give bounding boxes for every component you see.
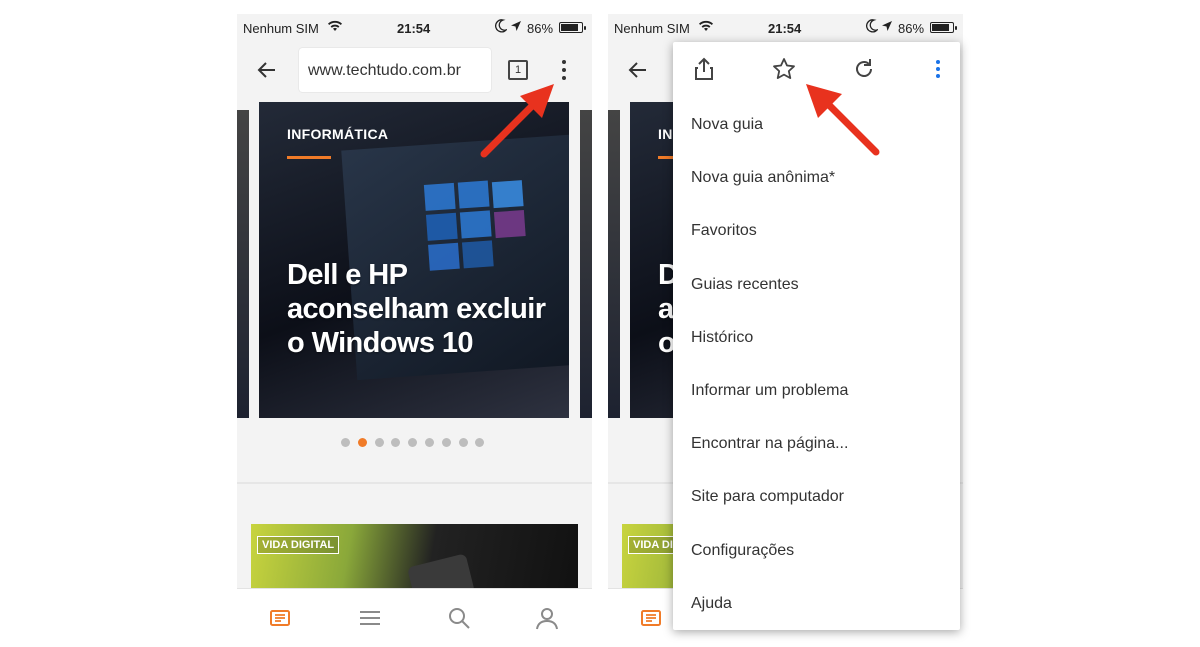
moon-icon bbox=[866, 19, 880, 36]
pager-dot[interactable] bbox=[458, 438, 468, 447]
battery-percent: 86% bbox=[527, 21, 554, 36]
menu-item[interactable]: Site para computador bbox=[673, 470, 960, 523]
carousel-prev-card-peek[interactable] bbox=[237, 110, 249, 418]
menu-item[interactable]: Favoritos bbox=[673, 204, 960, 257]
more-vertical-icon[interactable] bbox=[925, 56, 951, 82]
wifi-icon bbox=[698, 19, 714, 36]
second-news-card[interactable]: VIDA DIGITAL bbox=[251, 524, 578, 594]
news-icon[interactable] bbox=[267, 605, 293, 631]
pager-dot[interactable] bbox=[441, 438, 451, 447]
pager-dot[interactable] bbox=[357, 438, 367, 447]
hero-headline[interactable]: Dell e HP aconselham excluir o Windows 1… bbox=[287, 258, 557, 360]
reload-icon[interactable] bbox=[851, 56, 877, 82]
location-icon bbox=[881, 20, 893, 35]
menu-item[interactable]: Histórico bbox=[673, 311, 960, 364]
back-button[interactable] bbox=[253, 56, 281, 84]
battery-percent: 86% bbox=[898, 21, 925, 36]
back-button[interactable] bbox=[624, 56, 652, 84]
carrier-label: Nenhum SIM bbox=[243, 21, 319, 36]
pager-dot[interactable] bbox=[341, 438, 350, 447]
wifi-icon bbox=[327, 19, 343, 36]
tab-switcher-button[interactable]: 1 bbox=[508, 60, 528, 80]
url-field[interactable]: www.techtudo.com.br bbox=[299, 48, 491, 92]
menu-item[interactable]: Configurações bbox=[673, 524, 960, 577]
clock: 21:54 bbox=[397, 21, 431, 36]
back-arrow-icon bbox=[257, 62, 275, 78]
menu-icon[interactable] bbox=[357, 605, 383, 631]
hero-category-label: INFORMÁTICA bbox=[287, 126, 389, 142]
moon-icon bbox=[495, 19, 509, 36]
pager-dot[interactable] bbox=[425, 438, 434, 447]
star-icon[interactable] bbox=[771, 56, 797, 82]
news-icon[interactable] bbox=[638, 605, 664, 631]
annotation-arrow-right bbox=[806, 84, 880, 156]
status-bar: Nenhum SIM 21:54 86% bbox=[237, 14, 592, 42]
pager-dot[interactable] bbox=[408, 438, 418, 447]
menu-item[interactable]: Ajuda bbox=[673, 577, 960, 630]
menu-item[interactable]: Encontrar na página... bbox=[673, 417, 960, 470]
page-content: INFORMÁTICA Dell e HP aconselham excluir… bbox=[237, 98, 592, 594]
menu-item[interactable]: Informar um problema bbox=[673, 364, 960, 417]
more-options-button[interactable] bbox=[553, 56, 575, 84]
share-icon[interactable] bbox=[691, 56, 717, 82]
bottom-navigation bbox=[237, 588, 592, 647]
hero-category-underline bbox=[287, 156, 331, 159]
battery-fill bbox=[932, 24, 950, 31]
clock: 21:54 bbox=[768, 21, 802, 36]
search-icon[interactable] bbox=[446, 605, 472, 631]
menu-item[interactable]: Guias recentes bbox=[673, 258, 960, 311]
second-card-category: VIDA DIGITAL bbox=[257, 536, 340, 554]
battery-icon bbox=[930, 22, 957, 33]
pager-dot[interactable] bbox=[391, 438, 401, 447]
back-arrow-icon bbox=[628, 62, 646, 78]
section-divider bbox=[237, 482, 592, 484]
carrier-label: Nenhum SIM bbox=[614, 21, 690, 36]
pager-dot[interactable] bbox=[475, 438, 485, 447]
battery-icon bbox=[559, 22, 586, 33]
user-icon[interactable] bbox=[534, 605, 560, 631]
location-icon bbox=[510, 20, 522, 35]
status-bar: Nenhum SIM 21:54 86% bbox=[608, 14, 963, 42]
carousel-prev-card-peek[interactable] bbox=[608, 110, 620, 418]
battery-fill bbox=[561, 24, 579, 31]
annotation-arrow-left bbox=[480, 84, 554, 158]
menu-item-list: Nova guia Nova guia anônima* Favoritos Guia… bbox=[673, 98, 960, 630]
carousel-next-card-peek[interactable] bbox=[580, 110, 592, 418]
pager-dot[interactable] bbox=[374, 438, 384, 447]
